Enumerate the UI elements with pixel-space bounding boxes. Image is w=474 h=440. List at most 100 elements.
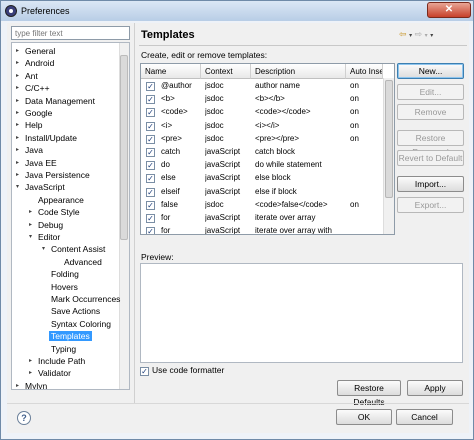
- filter-input[interactable]: [11, 26, 130, 40]
- new-button[interactable]: New...: [397, 63, 464, 79]
- tree-item[interactable]: Java Persistence: [25, 170, 90, 180]
- table-cell-name[interactable]: <b>: [161, 94, 205, 103]
- row-checkbox[interactable]: ✓: [146, 187, 155, 197]
- tree-item[interactable]: Content Assist: [51, 244, 105, 254]
- column-header-description[interactable]: Description: [251, 64, 346, 79]
- row-checkbox[interactable]: ✓: [146, 148, 155, 157]
- table-cell-name[interactable]: do: [161, 160, 205, 169]
- tree-item[interactable]: Google: [25, 108, 52, 118]
- column-header-context[interactable]: Context: [201, 64, 251, 79]
- collapse-arrow-icon[interactable]: ▸: [16, 72, 19, 79]
- window-close-button[interactable]: ✕: [427, 2, 471, 18]
- tree-item[interactable]: Code Style: [38, 207, 80, 217]
- table-scrollbar[interactable]: [383, 78, 394, 234]
- column-header-auto-insert[interactable]: Auto Insert: [346, 64, 383, 79]
- row-checkbox[interactable]: ✓: [146, 134, 155, 144]
- tree-item[interactable]: Install/Update: [25, 133, 77, 143]
- row-checkbox[interactable]: ✓: [146, 108, 155, 118]
- table-cell-name[interactable]: for: [161, 226, 205, 234]
- tree-item[interactable]: Syntax Coloring: [51, 319, 111, 329]
- collapse-arrow-icon[interactable]: ▸: [16, 47, 19, 54]
- tree-item[interactable]: Java EE: [25, 158, 57, 168]
- export-button[interactable]: Export...: [397, 197, 464, 213]
- tree-item[interactable]: Typing: [51, 344, 76, 354]
- tree-item[interactable]: Appearance: [38, 195, 84, 205]
- table-cell-name[interactable]: <i>: [161, 121, 205, 130]
- row-checkbox[interactable]: ✓: [146, 161, 155, 171]
- table-cell-name[interactable]: <code>: [161, 107, 205, 116]
- checkbox-icon[interactable]: ✓: [140, 367, 149, 376]
- collapse-arrow-icon[interactable]: ▸: [16, 382, 19, 389]
- apply-button[interactable]: Apply: [407, 380, 463, 396]
- table-cell-name[interactable]: <pre>: [161, 134, 205, 143]
- split-sash[interactable]: [134, 23, 136, 403]
- row-checkbox[interactable]: ✓: [146, 214, 155, 223]
- collapse-arrow-icon[interactable]: ▸: [16, 84, 19, 91]
- help-icon[interactable]: ?: [17, 411, 31, 425]
- tree-item[interactable]: JavaScript: [25, 182, 65, 192]
- tree-item[interactable]: Mark Occurrences: [51, 294, 120, 304]
- use-code-formatter-checkbox[interactable]: ✓ Use code formatter: [140, 365, 224, 376]
- collapse-arrow-icon[interactable]: ▸: [16, 171, 19, 178]
- dropdown-icon[interactable]: ▾: [425, 33, 428, 39]
- edit-button[interactable]: Edit...: [397, 84, 464, 100]
- tree-item[interactable]: Folding: [51, 269, 79, 279]
- tree-item[interactable]: Validator: [38, 368, 71, 378]
- tree-item[interactable]: Debug: [38, 220, 63, 230]
- tree-item[interactable]: Java: [25, 145, 43, 155]
- menu-icon[interactable]: ▾: [430, 33, 433, 39]
- preview-area[interactable]: [140, 263, 463, 363]
- collapse-arrow-icon[interactable]: ▸: [16, 146, 19, 153]
- table-cell-name[interactable]: @author: [161, 81, 205, 90]
- dropdown-icon[interactable]: ▾: [409, 33, 412, 39]
- tree-scrollbar[interactable]: [119, 43, 129, 389]
- table-cell-name[interactable]: false: [161, 200, 205, 209]
- collapse-arrow-icon[interactable]: ▸: [16, 97, 19, 104]
- tree-item[interactable]: C/C++: [25, 83, 50, 93]
- collapse-arrow-icon[interactable]: ▸: [16, 159, 19, 166]
- collapse-arrow-icon[interactable]: ▸: [29, 208, 32, 215]
- restore-defaults-button[interactable]: Restore Defaults: [337, 380, 401, 407]
- collapse-arrow-icon[interactable]: ▸: [16, 121, 19, 128]
- row-checkbox[interactable]: ✓: [146, 174, 155, 184]
- table-cell-name[interactable]: else: [161, 173, 205, 182]
- tree-item[interactable]: Advanced: [64, 257, 102, 267]
- tree-item[interactable]: Mylyn: [25, 381, 47, 389]
- table-scroll-thumb[interactable]: [385, 80, 393, 198]
- tree-item[interactable]: Hovers: [51, 282, 78, 292]
- collapse-arrow-icon[interactable]: ▸: [29, 369, 32, 376]
- remove-button[interactable]: Remove: [397, 104, 464, 120]
- table-cell-name[interactable]: for: [161, 213, 205, 222]
- restore-removed-button[interactable]: Restore Removed: [397, 130, 464, 157]
- cancel-button[interactable]: Cancel: [396, 409, 453, 425]
- tree-item[interactable]: Include Path: [38, 356, 85, 366]
- tree-item[interactable]: Android: [25, 58, 54, 68]
- expand-arrow-icon[interactable]: ▾: [42, 245, 45, 252]
- tree-item[interactable]: Editor: [38, 232, 60, 242]
- tree-item[interactable]: General: [25, 46, 55, 56]
- collapse-arrow-icon[interactable]: ▸: [16, 59, 19, 66]
- forward-arrow-icon[interactable]: ⇨: [415, 29, 423, 39]
- tree-scroll-thumb[interactable]: [120, 55, 128, 240]
- row-checkbox[interactable]: ✓: [146, 200, 155, 210]
- table-cell-name[interactable]: catch: [161, 147, 205, 156]
- tree-item[interactable]: Templates: [49, 331, 92, 342]
- column-header-name[interactable]: Name: [141, 64, 201, 79]
- expand-arrow-icon[interactable]: ▾: [29, 233, 32, 240]
- expand-arrow-icon[interactable]: ▾: [16, 183, 19, 190]
- back-arrow-icon[interactable]: ⇦: [399, 29, 407, 39]
- collapse-arrow-icon[interactable]: ▸: [29, 357, 32, 364]
- tree-item[interactable]: Save Actions: [51, 306, 100, 316]
- row-checkbox[interactable]: ✓: [146, 95, 155, 105]
- collapse-arrow-icon[interactable]: ▸: [16, 109, 19, 116]
- row-checkbox[interactable]: ✓: [146, 227, 155, 234]
- revert-to-default-button[interactable]: Revert to Default: [397, 150, 464, 166]
- row-checkbox[interactable]: ✓: [146, 121, 155, 131]
- tree-item[interactable]: Data Management: [25, 96, 95, 106]
- collapse-arrow-icon[interactable]: ▸: [16, 134, 19, 141]
- row-checkbox[interactable]: ✓: [146, 82, 155, 91]
- tree-item[interactable]: Ant: [25, 71, 38, 81]
- import-button[interactable]: Import...: [397, 176, 464, 192]
- ok-button[interactable]: OK: [336, 409, 392, 425]
- collapse-arrow-icon[interactable]: ▸: [29, 221, 32, 228]
